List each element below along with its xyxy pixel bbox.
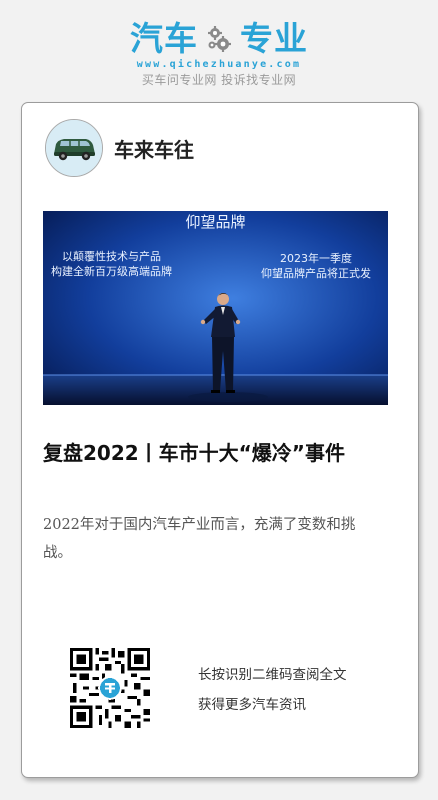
hero-caption-left: 以颠覆性技术与产品 构建全新百万级高端品牌 — [51, 249, 172, 279]
brand-logo: 汽车 专业 — [0, 18, 438, 60]
hero-title: 仰望品牌 — [185, 213, 246, 231]
brand-url: www.qichezhuanye.com — [136, 59, 302, 70]
cta-line1: 长按识别二维码查阅全文 — [198, 667, 347, 683]
hero-caption-right-line2: 仰望品牌产品将正式发 — [261, 267, 371, 280]
author-avatar — [45, 119, 103, 177]
car-avatar-icon — [46, 120, 102, 176]
gear-icon — [208, 26, 231, 52]
share-card: 车来车往 仰望品牌 以颠覆性技术与产品 构建全新百万级高端品牌 2023年一季度… — [21, 102, 419, 778]
cta-line2: 获得更多汽车资讯 — [198, 697, 306, 713]
hero-caption-left-line2: 构建全新百万级高端品牌 — [51, 265, 172, 278]
article-summary: 2022年对于国内汽车产业而言，充满了变数和挑战。 — [43, 517, 356, 561]
brand-name-right: 专业 — [240, 19, 308, 58]
brand-name-left: 汽车 — [130, 19, 198, 58]
article-headline[interactable]: 复盘2022丨车市十大“爆冷”事件 — [43, 438, 373, 468]
hero-caption-right-line1: 2023年一季度 — [280, 252, 352, 265]
hero-caption-right: 2023年一季度 仰望品牌产品将正式发 — [261, 251, 371, 281]
hero-caption-left-line1: 以颠覆性技术与产品 — [62, 250, 161, 263]
author-name[interactable]: 车来车往 — [114, 134, 194, 163]
brand-slogan: 买车问专业网 投诉找专业网 — [141, 73, 297, 87]
hero-stage-graphic — [43, 211, 388, 405]
qr-code-icon[interactable] — [70, 648, 150, 728]
hero-image[interactable]: 仰望品牌 以颠覆性技术与产品 构建全新百万级高端品牌 2023年一季度 仰望品牌… — [43, 211, 388, 405]
cta-text: 长按识别二维码查阅全文 获得更多汽车资讯 — [198, 660, 347, 720]
